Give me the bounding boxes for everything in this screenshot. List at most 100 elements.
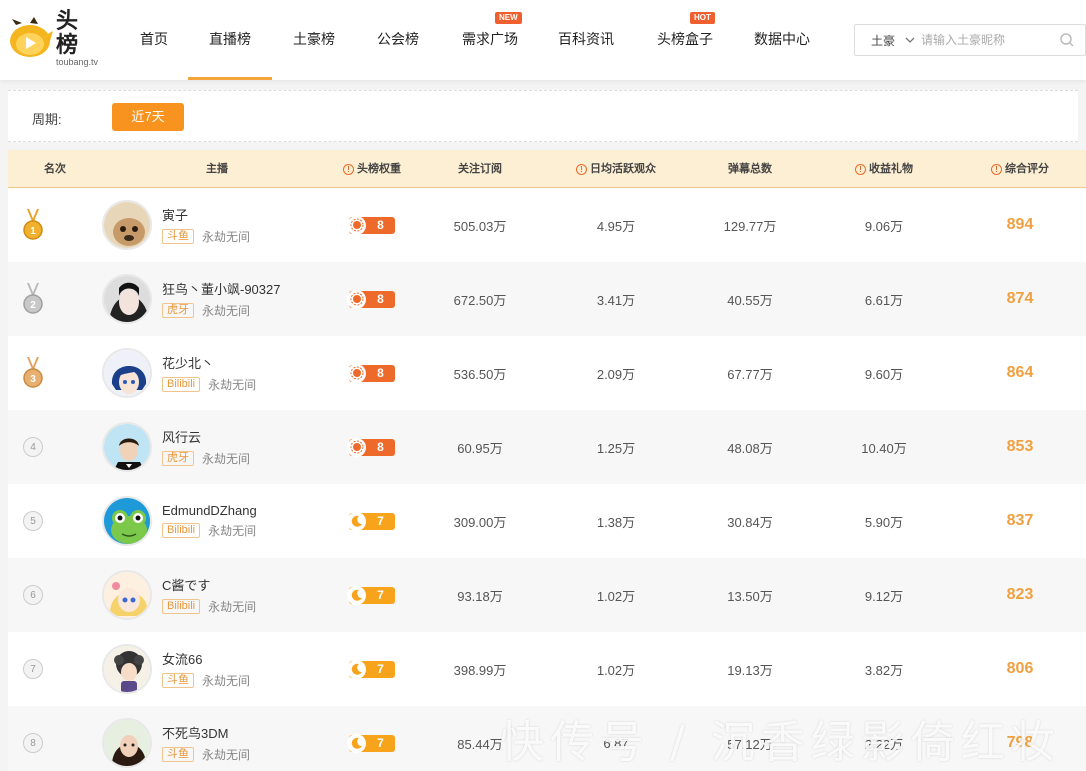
avatar[interactable] [102, 274, 152, 324]
score-value: 823 [1006, 586, 1034, 603]
avatar[interactable] [102, 422, 152, 472]
chevron-down-icon [905, 37, 915, 43]
info-icon: ! [855, 163, 866, 175]
streamer-name[interactable]: 寅子 [162, 205, 250, 224]
game-category: 永劫无间 [208, 524, 257, 538]
score-value: 837 [1006, 512, 1034, 529]
search-type-select[interactable]: 土豪 [855, 32, 921, 49]
table-row[interactable]: 7 女流66 斗鱼 永劫无间 7 398.99万 1.02万 19.13万 3.8… [8, 632, 1086, 706]
col-followers: 关注订阅 [458, 163, 502, 175]
rank-bronze-medal-icon: 3 [8, 336, 58, 410]
streamer-name[interactable]: C酱です [162, 575, 256, 594]
gifts-value: 9.12万 [864, 588, 904, 604]
followers-value: 536.50万 [453, 366, 507, 382]
streamer-name[interactable]: 花少北丶 [162, 353, 256, 372]
table-row[interactable]: 8 不死鸟3DM 斗鱼 永劫无间 7 85.44万 6.87 57.12万 2.2… [8, 706, 1086, 771]
table-body: 1 寅子 斗鱼 永劫无间 8 505.03万 4.95万 129.77万 9.06… [8, 188, 1086, 771]
streamer-name[interactable]: 女流66 [162, 649, 250, 668]
avatar[interactable] [102, 496, 152, 546]
top-header: 头榜 toubang.tv 首页 直播榜 土豪榜 公会榜 需求广场 NEW 百科… [0, 0, 1086, 80]
danmaku-value: 40.55万 [727, 292, 773, 308]
rank-silver-medal-icon: 2 [8, 262, 58, 336]
moon-icon [347, 733, 366, 753]
avatar[interactable] [102, 644, 152, 694]
daily-viewers-value: 1.02万 [596, 662, 636, 678]
search-input[interactable] [921, 33, 1051, 47]
col-gifts[interactable]: ! 收益礼物 [816, 150, 952, 188]
nav-demand-square[interactable]: 需求广场 NEW [440, 0, 540, 80]
weight-badge: 7 [332, 632, 412, 706]
streamer-name[interactable]: EdmundDZhang [162, 503, 257, 518]
gifts-value: 6.61万 [864, 292, 904, 308]
avatar[interactable] [102, 200, 152, 250]
search-icon[interactable] [1059, 32, 1075, 48]
platform-tag: 斗鱼 [162, 229, 194, 244]
col-weight[interactable]: ! 头榜权重 [332, 150, 412, 188]
nav-live-ranking[interactable]: 直播榜 [188, 0, 272, 80]
nav-wiki-news[interactable]: 百科资讯 [540, 0, 632, 80]
table-row[interactable]: 6 C酱です Bilibili 永劫无间 7 93.18万 1.02万 13.50… [8, 558, 1086, 632]
streamer-name[interactable]: 不死鸟3DM [162, 723, 250, 742]
table-row[interactable]: 1 寅子 斗鱼 永劫无间 8 505.03万 4.95万 129.77万 9.06… [8, 188, 1086, 262]
nav-guild-ranking[interactable]: 公会榜 [356, 0, 440, 80]
game-category: 永劫无间 [208, 378, 257, 392]
logo-title: 头榜 [56, 8, 80, 57]
danmaku-value: 67.77万 [727, 366, 773, 382]
col-daily-viewers[interactable]: ! 日均活跃观众 [548, 150, 684, 188]
game-category: 永劫无间 [202, 674, 251, 688]
platform-tag: 斗鱼 [162, 747, 194, 762]
streamer-cell: 寅子 斗鱼 永劫无间 [102, 188, 332, 262]
weight-badge: 8 [332, 188, 412, 262]
table-row[interactable]: 3 花少北丶 Bilibili 永劫无间 8 536.50万 2.09万 67.7… [8, 336, 1086, 410]
site-logo[interactable]: 头榜 toubang.tv [8, 9, 100, 67]
streamer-cell: 狂鸟丶董小飒-90327 虎牙 永劫无间 [102, 262, 332, 336]
sun-icon [347, 289, 366, 309]
platform-tag: Bilibili [162, 377, 201, 392]
streamer-cell: C酱です Bilibili 永劫无间 [102, 558, 332, 632]
score-value: 874 [1006, 290, 1034, 307]
score-value: 864 [1006, 364, 1034, 381]
avatar[interactable] [102, 570, 152, 620]
danmaku-value: 13.50万 [727, 588, 773, 604]
score-value: 806 [1006, 660, 1034, 677]
rank-number: 7 [23, 659, 43, 679]
nav-home[interactable]: 首页 [120, 0, 188, 80]
rank-number: 4 [23, 437, 43, 457]
platform-tag: 虎牙 [162, 451, 194, 466]
weight-badge: 8 [332, 336, 412, 410]
nav-data-center[interactable]: 数据中心 [738, 0, 826, 80]
weight-badge: 8 [332, 410, 412, 484]
col-danmaku: 弹幕总数 [728, 163, 772, 175]
moon-icon [347, 585, 366, 605]
daily-viewers-value: 1.38万 [596, 514, 636, 530]
nav-toubang-box[interactable]: 头榜盒子 HOT [632, 0, 738, 80]
daily-viewers-value: 1.25万 [596, 440, 636, 456]
streamer-name[interactable]: 狂鸟丶董小飒-90327 [162, 279, 280, 298]
info-icon: ! [343, 163, 354, 175]
gifts-value: 5.90万 [864, 514, 904, 530]
avatar[interactable] [102, 718, 152, 768]
platform-tag: 斗鱼 [162, 673, 194, 688]
daily-viewers-value: 3.41万 [596, 292, 636, 308]
gifts-value: 10.40万 [861, 440, 907, 456]
game-category: 永劫无间 [208, 600, 257, 614]
col-score[interactable]: ! 综合评分 [952, 150, 1086, 188]
platform-tag: 虎牙 [162, 303, 194, 318]
table-row[interactable]: 5 EdmundDZhang Bilibili 永劫无间 7 309.00万 1.… [8, 484, 1086, 558]
nav-tycoon-ranking[interactable]: 土豪榜 [272, 0, 356, 80]
game-category: 永劫无间 [202, 230, 251, 244]
gifts-value: 3.82万 [864, 662, 904, 678]
ranking-table: 名次 主播 ! 头榜权重 关注订阅 ! 日均活跃观众 弹幕总数 ! 收益礼物 ! 综合评… [8, 150, 1086, 771]
streamer-name[interactable]: 风行云 [162, 427, 250, 446]
period-filter: 周期: 近7天 [8, 90, 1078, 142]
table-header: 名次 主播 ! 头榜权重 关注订阅 ! 日均活跃观众 弹幕总数 ! 收益礼物 ! 综合评… [8, 150, 1086, 188]
info-icon: ! [576, 163, 587, 175]
table-row[interactable]: 4 风行云 虎牙 永劫无间 8 60.95万 1.25万 48.08万 10.40… [8, 410, 1086, 484]
streamer-cell: 风行云 虎牙 永劫无间 [102, 410, 332, 484]
moon-icon [347, 659, 366, 679]
avatar[interactable] [102, 348, 152, 398]
info-icon: ! [991, 163, 1002, 175]
table-row[interactable]: 2 狂鸟丶董小飒-90327 虎牙 永劫无间 8 672.50万 3.41万 40… [8, 262, 1086, 336]
period-7days-button[interactable]: 近7天 [112, 103, 184, 131]
search-box: 土豪 [854, 24, 1086, 56]
